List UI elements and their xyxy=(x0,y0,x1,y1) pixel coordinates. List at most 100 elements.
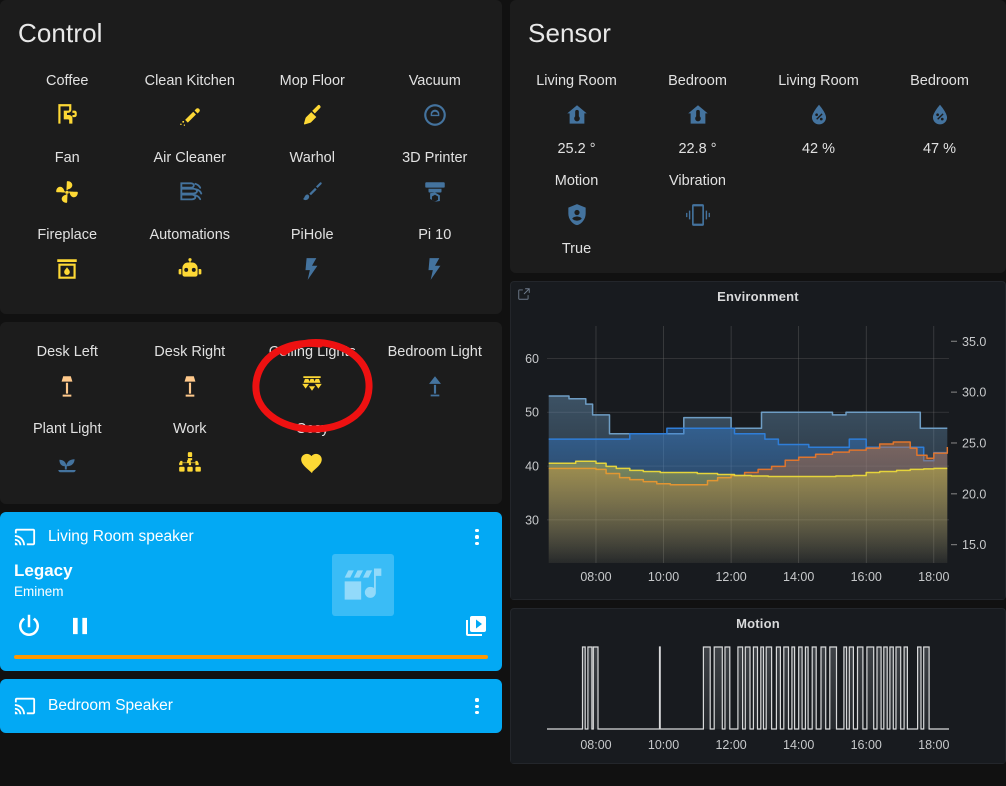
printer-3d-icon xyxy=(422,179,448,205)
external-link-icon[interactable] xyxy=(517,287,531,301)
glance-item-label: Desk Left xyxy=(37,344,98,360)
glance-item-warhol[interactable]: Warhol xyxy=(251,140,374,217)
heart-icon xyxy=(299,450,325,476)
fireplace-icon xyxy=(54,256,80,282)
svg-text:30.0: 30.0 xyxy=(962,386,986,400)
environment-chart-panel: Environment 3040506015.020.025.030.035.0… xyxy=(510,281,1006,600)
media-progress-wrap xyxy=(0,641,502,671)
floor-lamp-icon xyxy=(54,373,80,399)
glance-item-mop-floor[interactable]: Mop Floor xyxy=(251,63,374,140)
glance-item-fan[interactable]: Fan xyxy=(6,140,129,217)
glance-item-label: Work xyxy=(173,421,207,437)
media-browse-icon[interactable] xyxy=(464,614,488,638)
media-track-title: Legacy xyxy=(14,560,488,581)
spray-icon xyxy=(177,102,203,128)
media-player-body: Legacy Eminem xyxy=(0,548,502,599)
glance-item-label: Bedroom Light xyxy=(388,344,482,360)
glance-item-3d-printer[interactable]: 3D Printer xyxy=(374,140,497,217)
glance-item-desk-left[interactable]: Desk Left xyxy=(6,334,129,411)
glance-item-pihole[interactable]: PiHole xyxy=(251,217,374,294)
glance-item-living-room[interactable]: Living Room 42 % xyxy=(758,63,879,163)
home-thermometer-icon xyxy=(685,102,711,128)
lamp-icon xyxy=(422,373,448,399)
glance-item-label: Fireplace xyxy=(37,227,97,243)
svg-text:25.0: 25.0 xyxy=(962,436,986,450)
dots-vertical-icon[interactable] xyxy=(466,526,488,548)
glance-item-label: Coffee xyxy=(46,73,88,89)
home-thermometer-icon xyxy=(564,102,590,128)
motion-chart-panel: Motion 08:0010:0012:0014:0016:0018:00 xyxy=(510,608,1006,764)
glance-item-plant-light[interactable]: Plant Light xyxy=(6,411,129,488)
glance-item-ceiling-lights[interactable]: Ceiling Lights xyxy=(251,334,374,411)
svg-text:60: 60 xyxy=(525,352,539,366)
control-card: Control Coffee Clean KitchenMop Floor Vacu… xyxy=(0,0,502,314)
svg-text:16:00: 16:00 xyxy=(851,738,882,752)
glance-item-air-cleaner[interactable]: Air Cleaner xyxy=(129,140,252,217)
glance-item-label: Pi 10 xyxy=(418,227,451,243)
glance-item-bedroom[interactable]: Bedroom22.8 ° xyxy=(637,63,758,163)
glance-item-label: Living Room xyxy=(536,73,617,89)
media-player-living-room[interactable]: Living Room speaker Legacy Eminem xyxy=(0,512,502,671)
media-player-device-name: Living Room speaker xyxy=(48,528,466,546)
svg-text:15.0: 15.0 xyxy=(962,538,986,552)
glance-item-state: 25.2 ° xyxy=(557,141,595,157)
media-player-bedroom[interactable]: Bedroom Speaker xyxy=(0,679,502,733)
svg-text:14:00: 14:00 xyxy=(783,570,814,584)
glance-item-label: Air Cleaner xyxy=(153,150,226,166)
flash-icon xyxy=(422,256,448,282)
glance-item-state: 42 % xyxy=(802,141,835,157)
glance-item-living-room[interactable]: Living Room 25.2 ° xyxy=(516,63,637,163)
sensor-card: Sensor Living Room25.2 °Bedroom22.8 °Liv… xyxy=(510,0,1006,273)
glance-item-fireplace[interactable]: Fireplace xyxy=(6,217,129,294)
svg-text:10:00: 10:00 xyxy=(648,570,679,584)
media-track-artist: Eminem xyxy=(14,584,488,599)
water-percent-icon xyxy=(927,102,953,128)
svg-text:08:00: 08:00 xyxy=(580,738,611,752)
environment-chart-plot: 3040506015.020.025.030.035.008:0010:0012… xyxy=(511,304,1005,599)
glance-item-automations[interactable]: Automations xyxy=(129,217,252,294)
sitemap-icon xyxy=(177,450,203,476)
motion-chart-title: Motion xyxy=(511,609,1005,631)
svg-text:18:00: 18:00 xyxy=(918,570,949,584)
svg-text:20.0: 20.0 xyxy=(962,487,986,501)
flash-icon xyxy=(299,256,325,282)
floor-lamp-icon xyxy=(177,373,203,399)
shield-account-icon xyxy=(564,202,590,228)
glance-item-bedroom-light[interactable]: Bedroom Light xyxy=(374,334,497,411)
media-progress-bar[interactable] xyxy=(14,655,488,659)
svg-text:10:00: 10:00 xyxy=(648,738,679,752)
svg-text:35.0: 35.0 xyxy=(962,335,986,349)
sprout-icon xyxy=(54,450,80,476)
power-icon[interactable] xyxy=(14,611,44,641)
glance-item-state: 47 % xyxy=(923,141,956,157)
glance-item-coffee[interactable]: Coffee xyxy=(6,63,129,140)
glance-item-label: Automations xyxy=(149,227,230,243)
glance-item-clean-kitchen[interactable]: Clean Kitchen xyxy=(129,63,252,140)
glance-item-vacuum[interactable]: Vacuum xyxy=(374,63,497,140)
glance-item-label: Vacuum xyxy=(409,73,461,89)
vibrate-icon xyxy=(685,202,711,228)
svg-text:14:00: 14:00 xyxy=(783,738,814,752)
glance-item-desk-right[interactable]: Desk Right xyxy=(129,334,252,411)
media-player-header: Living Room speaker xyxy=(0,512,502,548)
control-card-title: Control xyxy=(0,0,502,49)
glance-item-motion[interactable]: MotionTrue xyxy=(516,163,637,263)
glance-item-label: Motion xyxy=(555,173,599,189)
air-filter-icon xyxy=(177,179,203,205)
svg-text:50: 50 xyxy=(525,406,539,420)
glance-item-bedroom[interactable]: Bedroom 47 % xyxy=(879,63,1000,163)
glance-item-pi-10[interactable]: Pi 10 xyxy=(374,217,497,294)
glance-item-label: Warhol xyxy=(290,150,335,166)
glance-item-label: 3D Printer xyxy=(402,150,467,166)
pause-icon[interactable] xyxy=(66,612,94,640)
dots-vertical-icon[interactable] xyxy=(466,695,488,717)
glance-item-label: Bedroom xyxy=(910,73,969,89)
glance-item-label: Living Room xyxy=(778,73,859,89)
lights-glance-grid: Desk Left Desk RightCeiling Lights Bedroom… xyxy=(0,322,502,504)
sensor-glance-grid: Living Room25.2 °Bedroom22.8 °Living Roo… xyxy=(510,49,1006,273)
svg-text:16:00: 16:00 xyxy=(851,570,882,584)
glance-item-cosy[interactable]: Cosy xyxy=(251,411,374,488)
svg-text:40: 40 xyxy=(525,460,539,474)
glance-item-work[interactable]: Work xyxy=(129,411,252,488)
glance-item-vibration[interactable]: Vibration xyxy=(637,163,758,263)
